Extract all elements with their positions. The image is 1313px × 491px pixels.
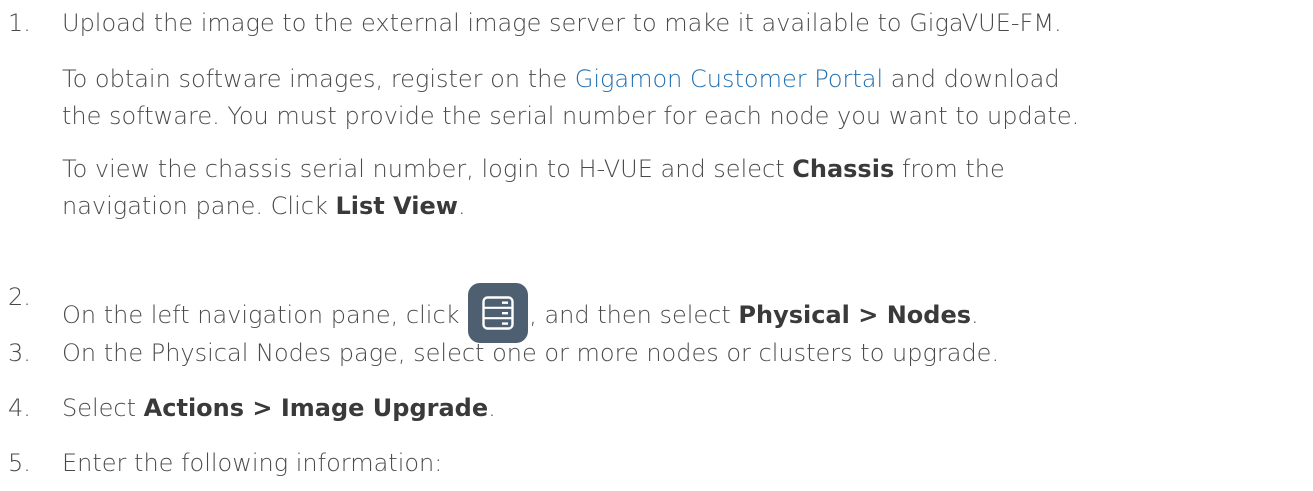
server-icon — [468, 283, 529, 343]
gigamon-customer-portal-link[interactable]: Gigamon Customer Portal — [575, 65, 883, 93]
list-view-label: List View — [335, 192, 458, 220]
step-1-note-1-line-2: the software. You must provide the seria… — [62, 102, 1080, 130]
step-2-text-end: . — [971, 301, 979, 329]
note-2-text-mid: from the — [894, 155, 1005, 183]
step-3-text: On the Physical Nodes page, select one o… — [62, 339, 1000, 367]
image-upgrade-label: Actions > Image Upgrade — [143, 394, 489, 422]
step-1-note-1-line-1: To obtain software images, register on t… — [62, 65, 1060, 93]
step-2-number: 2. — [8, 283, 31, 311]
step-1-text: Upload the image to the external image s… — [62, 9, 1062, 37]
note-1-text-pre: To obtain software images, register on t… — [62, 65, 575, 93]
note-1-text-post: and download — [883, 65, 1060, 93]
note-2-text-pre: To view the chassis serial number, login… — [62, 155, 793, 183]
note-2-line-2-post: . — [457, 192, 466, 220]
step-4-text-pre: Select — [62, 394, 144, 422]
step-5-number: 5. — [8, 449, 31, 477]
document-body: 1. Upload the image to the external imag… — [0, 0, 1313, 491]
step-3-number: 3. — [8, 339, 31, 367]
step-2-text: On the left navigation pane, click , and… — [62, 283, 979, 343]
step-4-text-end: . — [488, 394, 496, 422]
step-1-note-2-line-1: To view the chassis serial number, login… — [62, 155, 1005, 183]
step-1-note-2-line-2: navigation pane. Click List View. — [62, 192, 466, 220]
step-5-text: Enter the following information: — [62, 449, 443, 477]
step-1-number: 1. — [8, 9, 31, 37]
note-2-line-2-pre: navigation pane. Click — [62, 192, 336, 220]
step-2-text-pre: On the left navigation pane, click — [62, 301, 468, 329]
step-2-text-post: , and then select — [529, 301, 739, 329]
step-4-number: 4. — [8, 394, 31, 422]
step-4-text: Select Actions > Image Upgrade. — [62, 394, 496, 422]
physical-nodes-label: Physical > Nodes — [738, 301, 972, 329]
chassis-label: Chassis — [792, 155, 895, 183]
